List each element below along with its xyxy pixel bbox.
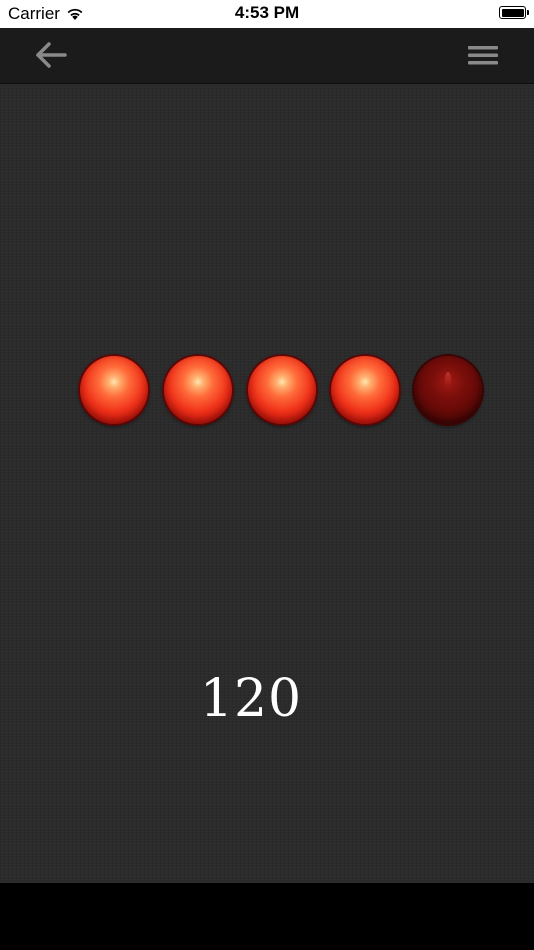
status-right: [499, 6, 529, 19]
bottom-bar: [0, 883, 534, 950]
hamburger-menu-icon: [468, 46, 498, 65]
screen: Carrier 4:53 PM 120: [0, 0, 534, 950]
nav-bar: [0, 28, 534, 84]
indicator-light-5: [414, 356, 482, 424]
counter-value: 120: [199, 669, 303, 729]
back-button[interactable]: [30, 38, 72, 72]
battery-fill: [501, 8, 524, 17]
status-bar: Carrier 4:53 PM: [0, 0, 534, 28]
menu-button[interactable]: [462, 40, 504, 72]
indicator-light-1: [80, 356, 148, 424]
indicator-lights: [80, 356, 484, 428]
main-content: 120: [0, 84, 534, 883]
battery-icon: [499, 6, 529, 19]
indicator-light-2: [164, 356, 232, 424]
indicator-light-3: [248, 356, 316, 424]
status-time: 4:53 PM: [234, 3, 300, 22]
indicator-light-4: [331, 356, 399, 424]
arrow-left-icon: [36, 42, 67, 68]
